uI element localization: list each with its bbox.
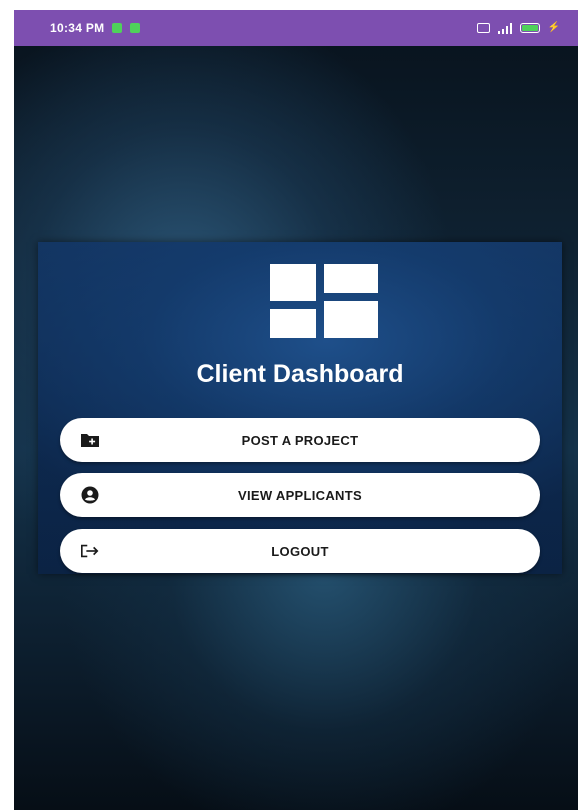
view-applicants-button[interactable]: VIEW APPLICANTS (60, 473, 540, 517)
dashboard-grid-icon (270, 264, 378, 338)
battery-icon (519, 23, 540, 33)
dashboard-card: Client Dashboard POST A PROJECT VIEW APP… (38, 242, 562, 574)
page-title: Client Dashboard (196, 360, 404, 388)
logout-icon (80, 542, 100, 560)
status-bar: 10:34 PM ⚡ (14, 10, 578, 46)
status-bar-left: 10:34 PM (50, 21, 141, 35)
account-circle-icon (80, 486, 100, 504)
phone-screen: 10:34 PM ⚡ Client Dashboard POST A PROJE… (14, 10, 578, 810)
folder-plus-icon (80, 431, 100, 449)
sim-icon (476, 23, 490, 33)
view-applicants-label: VIEW APPLICANTS (238, 487, 362, 503)
notification-icon (130, 23, 141, 33)
charging-icon: ⚡ (547, 22, 560, 33)
status-time: 10:34 PM (50, 21, 105, 35)
notification-icon (112, 23, 123, 33)
logout-label: LOGOUT (271, 543, 329, 559)
battery-level (521, 25, 538, 31)
post-project-button[interactable]: POST A PROJECT (60, 418, 540, 462)
post-project-label: POST A PROJECT (241, 432, 359, 448)
status-bar-right: ⚡ (476, 22, 560, 34)
logout-button[interactable]: LOGOUT (60, 529, 540, 573)
signal-icon (497, 22, 512, 34)
